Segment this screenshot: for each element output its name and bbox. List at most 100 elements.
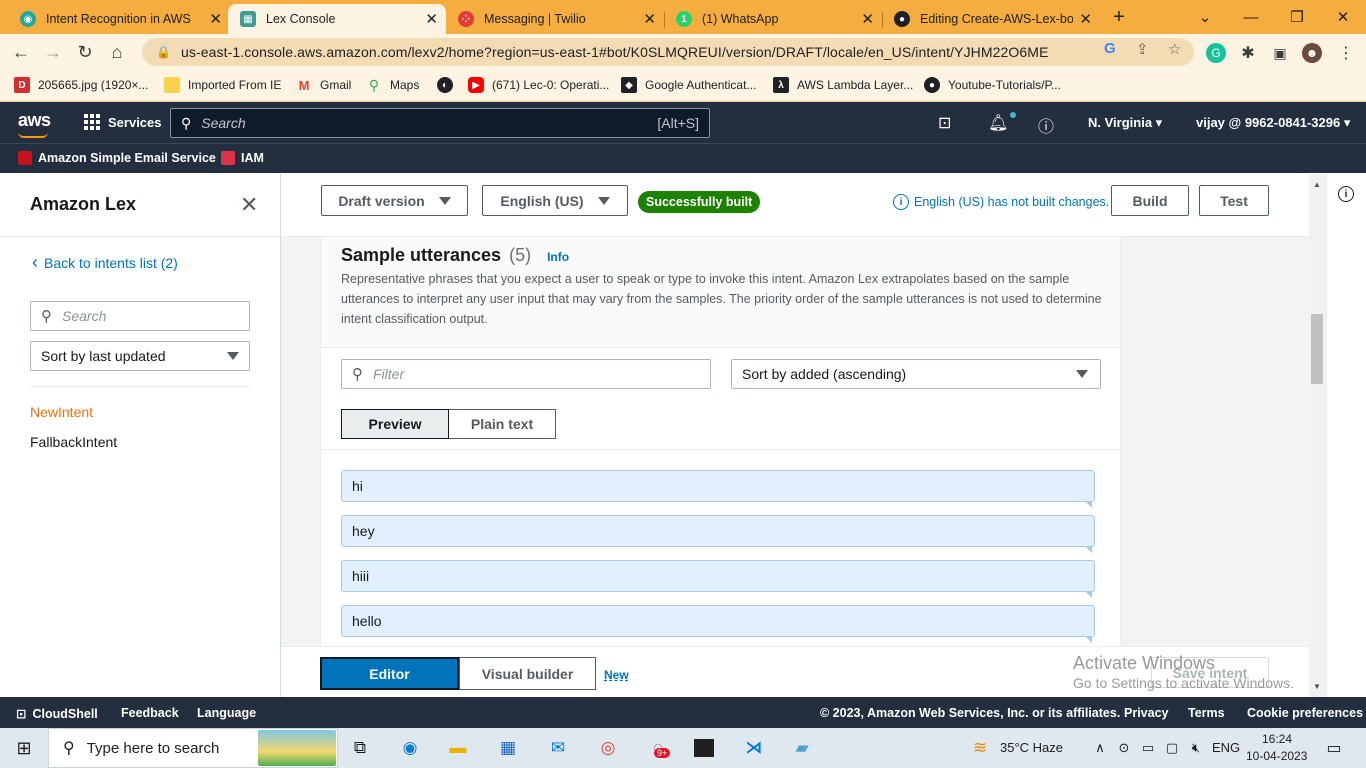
- minimize-icon[interactable]: —: [1228, 0, 1274, 34]
- network-icon[interactable]: ▭: [1136, 736, 1160, 760]
- browser-tab-whatsapp[interactable]: 1 (1) WhatsApp ✕: [664, 4, 882, 34]
- utterance-item[interactable]: hey: [341, 515, 1095, 553]
- utterance-item[interactable]: hello: [341, 605, 1095, 643]
- close-icon[interactable]: ✕: [240, 192, 258, 218]
- bookmark-item[interactable]: D 205665.jpg (1920×...: [14, 77, 148, 93]
- lock-icon[interactable]: 🔒: [156, 45, 171, 59]
- extensions-puzzle-icon[interactable]: ✱: [1238, 43, 1258, 63]
- terminal-icon[interactable]: [694, 739, 714, 757]
- bookmark-item[interactable]: ⚲ Maps: [366, 77, 419, 93]
- browser-tab-github-editing[interactable]: ● Editing Create-AWS-Lex-bot ✕: [882, 4, 1100, 34]
- mail-icon[interactable]: ✉: [546, 736, 570, 760]
- profile-avatar[interactable]: ☻: [1302, 43, 1322, 63]
- aws-search-input[interactable]: ⚲ Search [Alt+S]: [170, 108, 710, 138]
- microsoft-store-icon[interactable]: ▦: [496, 736, 520, 760]
- version-dropdown[interactable]: Draft version: [321, 185, 468, 216]
- browser-tab-intent-recognition[interactable]: ◉ Intent Recognition in AWS ✕: [8, 4, 230, 34]
- cookie-preferences-link[interactable]: Cookie preferences: [1247, 706, 1363, 720]
- bookmark-item[interactable]: ▶ (671) Lec-0: Operati...: [468, 77, 609, 93]
- intent-item-fallbackintent[interactable]: FallbackIntent: [30, 434, 117, 450]
- tab-plain-text[interactable]: Plain text: [449, 409, 556, 439]
- volume-muted-icon[interactable]: 🔇︎: [1184, 736, 1208, 760]
- bookmark-star-icon[interactable]: ☆: [1168, 40, 1181, 58]
- region-selector[interactable]: N. Virginia ▾: [1088, 115, 1162, 131]
- display-icon[interactable]: ▢: [1160, 736, 1184, 760]
- browser-menu-icon[interactable]: ⋮: [1336, 43, 1356, 63]
- browser-tab-twilio[interactable]: ⁘ Messaging | Twilio ✕: [446, 4, 664, 34]
- scrollbar-thumb[interactable]: [1311, 314, 1323, 384]
- test-button[interactable]: Test: [1199, 185, 1269, 216]
- close-window-icon[interactable]: ✕: [1320, 0, 1366, 34]
- clock-time[interactable]: 16:24: [1262, 732, 1292, 746]
- favorite-ses[interactable]: Amazon Simple Email Service: [18, 151, 216, 165]
- show-hidden-icons-chevron[interactable]: ∧: [1088, 736, 1112, 760]
- new-tab-icon[interactable]: +: [1102, 0, 1136, 34]
- back-to-intents-link[interactable]: ‹ Back to intents list (2): [32, 252, 178, 273]
- terms-link[interactable]: Terms: [1188, 706, 1225, 720]
- scroll-down-icon[interactable]: ▼: [1313, 682, 1321, 691]
- language-link[interactable]: Language: [197, 706, 256, 720]
- utterance-item[interactable]: hiii: [341, 560, 1095, 598]
- task-view-icon[interactable]: ⧉: [348, 736, 372, 760]
- intent-sort-select[interactable]: Sort by last updated: [30, 341, 250, 371]
- tab-preview[interactable]: Preview: [341, 409, 449, 439]
- chrome-icon[interactable]: ◎: [596, 736, 620, 760]
- utterance-sort-select[interactable]: Sort by added (ascending): [731, 359, 1101, 389]
- info-icon[interactable]: i: [1338, 186, 1354, 202]
- intent-item-newintent[interactable]: NewIntent: [30, 404, 93, 420]
- feedback-link[interactable]: Feedback: [121, 706, 179, 720]
- bookmark-item[interactable]: Imported From IE: [164, 77, 281, 93]
- editor-tab[interactable]: Editor: [320, 657, 459, 690]
- favorite-iam[interactable]: IAM: [221, 151, 264, 165]
- address-bar[interactable]: 🔒 us-east-1.console.aws.amazon.com/lexv2…: [142, 38, 1194, 66]
- bookmark-item[interactable]: ◆ Google Authenticat...: [621, 77, 756, 93]
- vscode-icon[interactable]: ⋊: [742, 736, 766, 760]
- visual-builder-tab[interactable]: Visual builder: [459, 657, 596, 690]
- weather-text[interactable]: 35°C Haze: [1000, 740, 1063, 755]
- intent-search-input[interactable]: ⚲ Search: [30, 301, 250, 331]
- close-tab-icon[interactable]: ✕: [209, 10, 222, 28]
- scroll-up-icon[interactable]: ▲: [1313, 180, 1321, 189]
- home-icon[interactable]: ⌂: [104, 40, 130, 64]
- share-icon[interactable]: ⇪: [1136, 40, 1149, 58]
- bookmark-item[interactable]: M Gmail: [296, 77, 352, 93]
- bookmark-item[interactable]: ● Youtube-Tutorials/P...: [924, 77, 1061, 93]
- close-tab-icon[interactable]: ✕: [643, 10, 656, 28]
- new-badge-link[interactable]: New: [604, 668, 629, 682]
- back-arrow-icon[interactable]: ←: [8, 40, 34, 64]
- action-center-icon[interactable]: ▭: [1322, 736, 1346, 760]
- weather-scene-icon[interactable]: [258, 730, 336, 766]
- input-language[interactable]: ENG: [1212, 740, 1240, 755]
- restore-icon[interactable]: ❐: [1274, 0, 1320, 34]
- privacy-link[interactable]: Privacy: [1124, 706, 1168, 720]
- close-tab-icon[interactable]: ✕: [1079, 10, 1092, 28]
- edge-browser-icon[interactable]: ◉: [398, 736, 422, 760]
- side-panel-icon[interactable]: ▣: [1270, 43, 1290, 63]
- windows-start-icon[interactable]: ⊞: [12, 736, 36, 760]
- google-lens-icon[interactable]: G: [1104, 40, 1116, 57]
- bookmark-item[interactable]: λ AWS Lambda Layer...: [773, 77, 913, 93]
- close-tab-icon[interactable]: ✕: [425, 10, 438, 28]
- build-button[interactable]: Build: [1111, 185, 1189, 216]
- meet-now-icon[interactable]: ⊙: [1112, 736, 1136, 760]
- browser-tab-lex-console[interactable]: ▦ Lex Console ✕: [228, 4, 446, 34]
- notepad-icon[interactable]: ▰: [790, 736, 814, 760]
- bookmark-item[interactable]: ◐: [437, 77, 461, 93]
- utterance-filter-input[interactable]: ⚲ Filter: [341, 359, 711, 389]
- clock-date[interactable]: 10-04-2023: [1246, 749, 1307, 763]
- cloudshell-icon[interactable]: ⊡: [938, 113, 951, 133]
- page-scrollbar[interactable]: ▲ ▼: [1309, 174, 1326, 697]
- close-tab-icon[interactable]: ✕: [861, 10, 874, 28]
- aws-logo[interactable]: aws: [18, 110, 51, 138]
- cloudshell-button[interactable]: ⊡ CloudShell: [16, 706, 98, 721]
- notifications-bell-icon[interactable]: 🔔︎: [988, 113, 1008, 133]
- help-icon[interactable]: ⓘ: [1038, 113, 1054, 137]
- info-link[interactable]: Info: [547, 250, 569, 264]
- reload-icon[interactable]: ↻: [72, 40, 98, 64]
- tab-search-chevron-icon[interactable]: ⌄: [1182, 0, 1228, 34]
- language-dropdown[interactable]: English (US): [482, 185, 628, 216]
- utterance-item[interactable]: hi: [341, 470, 1095, 508]
- file-explorer-icon[interactable]: ▬: [446, 736, 470, 760]
- forward-arrow-icon[interactable]: →: [40, 40, 66, 64]
- services-menu-button[interactable]: Services: [84, 114, 162, 130]
